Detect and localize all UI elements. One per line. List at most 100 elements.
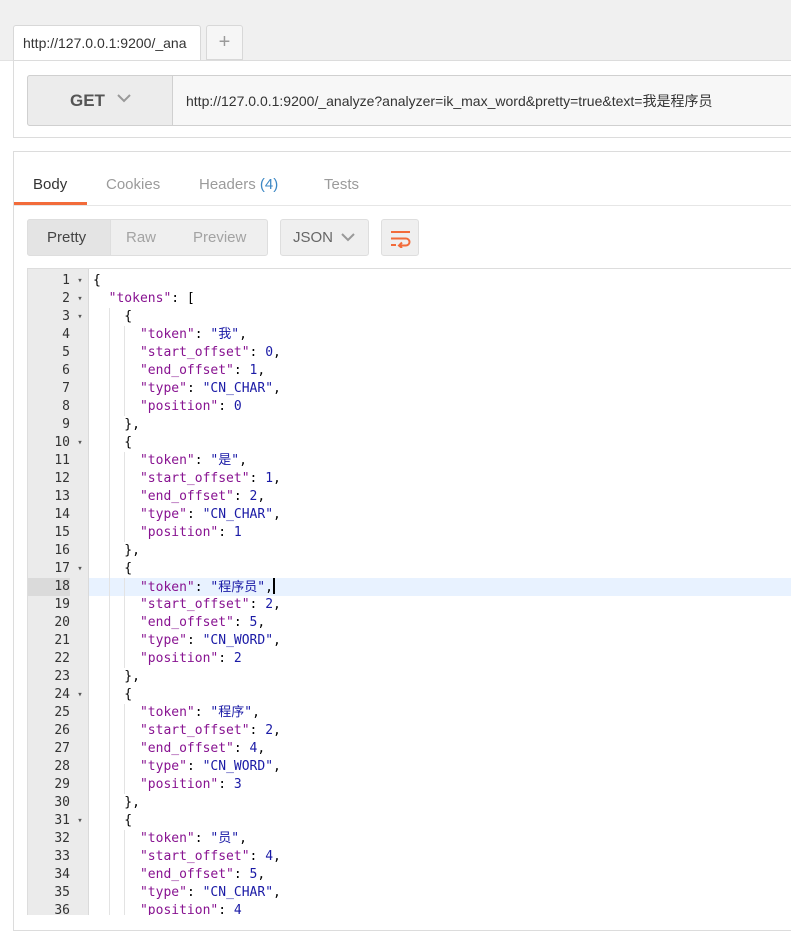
chevron-down-icon — [117, 94, 131, 103]
code-line: 33 "start_offset": 4, — [28, 848, 791, 866]
line-number: 6 — [62, 363, 70, 378]
method-dropdown[interactable]: GET — [27, 75, 173, 126]
code-line: 13 "end_offset": 2, — [28, 488, 791, 506]
new-tab-button[interactable]: + — [206, 25, 243, 60]
line-number: 15 — [54, 525, 70, 540]
code-line: 34 "end_offset": 5, — [28, 866, 791, 884]
code-line: 36 "position": 4 — [28, 902, 791, 915]
method-label: GET — [70, 91, 105, 110]
line-number: 18 — [28, 578, 70, 596]
request-tab[interactable]: http://127.0.0.1:9200/_ana — [13, 25, 201, 60]
view-mode-pretty[interactable]: Pretty — [47, 229, 86, 246]
code-line: 23 }, — [28, 668, 791, 686]
line-number: 7 — [62, 381, 70, 396]
fold-toggle-icon[interactable]: ▾ — [74, 290, 86, 308]
line-number: 31 — [54, 813, 70, 828]
code-line: 29 "position": 3 — [28, 776, 791, 794]
code-text: "start_offset": 2, — [139, 597, 281, 612]
code-line: 3 ▾ { — [28, 308, 791, 326]
chevron-down-icon — [341, 233, 355, 242]
code-text: "type": "CN_CHAR", — [139, 381, 281, 396]
line-number: 29 — [54, 777, 70, 792]
code-text: { — [93, 273, 101, 288]
line-number: 10 — [54, 435, 70, 450]
indent-guide — [124, 578, 126, 668]
line-number: 21 — [54, 633, 70, 648]
code-line: 1 ▾ { — [28, 272, 791, 290]
tab-headers[interactable]: Headers (4) — [199, 176, 278, 193]
code-line: 25 "token": "程序", — [28, 704, 791, 722]
code-line: 14 "type": "CN_CHAR", — [28, 506, 791, 524]
code-text: "type": "CN_CHAR", — [139, 507, 281, 522]
line-number: 17 — [54, 561, 70, 576]
tab-body[interactable]: Body — [33, 176, 67, 193]
line-number: 27 — [54, 741, 70, 756]
response-body-editor[interactable]: 1 ▾{2 ▾ "tokens": [3 ▾ {4 "token": "我", 5 "s… — [27, 268, 791, 915]
indent-guide — [108, 308, 110, 915]
line-number: 2 — [62, 291, 70, 306]
line-number: 3 — [62, 309, 70, 324]
indent-guide — [124, 830, 126, 915]
code-text: "start_offset": 0, — [139, 345, 281, 360]
line-number: 1 — [62, 273, 70, 288]
tab-cookies[interactable]: Cookies — [106, 176, 160, 193]
code-line: 19 "start_offset": 2, — [28, 596, 791, 614]
code-line: 32 "token": "员", — [28, 830, 791, 848]
code-text: "tokens": [ — [108, 291, 195, 306]
code-line: 17 ▾ { — [28, 560, 791, 578]
code-text: "token": "是", — [139, 453, 247, 468]
line-number: 25 — [54, 705, 70, 720]
line-number: 30 — [54, 795, 70, 810]
line-number: 19 — [54, 597, 70, 612]
code-line: 12 "start_offset": 1, — [28, 470, 791, 488]
tab-headers-label: Headers — [199, 176, 256, 193]
code-text: "position": 1 — [139, 525, 242, 540]
code-line: 35 "type": "CN_CHAR", — [28, 884, 791, 902]
headers-count-badge: (4) — [259, 176, 279, 193]
fold-toggle-icon[interactable]: ▾ — [74, 308, 86, 326]
fold-toggle-icon[interactable]: ▾ — [74, 686, 86, 704]
line-number: 35 — [54, 885, 70, 900]
code-text: "token": "程序员", — [89, 578, 791, 596]
view-mode-raw[interactable]: Raw — [126, 229, 156, 246]
line-number: 13 — [54, 489, 70, 504]
active-tab-indicator — [14, 202, 87, 205]
code-text: "position": 0 — [139, 399, 242, 414]
url-input[interactable]: http://127.0.0.1:9200/_analyze?analyzer=… — [186, 91, 712, 111]
line-number: 20 — [54, 615, 70, 630]
line-number: 9 — [62, 417, 70, 432]
line-number: 36 — [54, 903, 70, 915]
language-label: JSON — [293, 229, 334, 246]
code-text: "type": "CN_WORD", — [139, 759, 281, 774]
code-line: 8 "position": 0 — [28, 398, 791, 416]
tab-tests[interactable]: Tests — [324, 176, 359, 193]
code-line: 15 "position": 1 — [28, 524, 791, 542]
code-text: "token": "程序", — [139, 705, 260, 720]
view-mode-preview[interactable]: Preview — [193, 229, 246, 246]
language-select[interactable]: JSON — [280, 219, 369, 256]
code-text: "start_offset": 4, — [139, 849, 281, 864]
fold-toggle-icon[interactable]: ▾ — [74, 434, 86, 452]
code-text: { — [93, 309, 133, 324]
fold-toggle-icon[interactable]: ▾ — [74, 812, 86, 830]
code-line: 30 }, — [28, 794, 791, 812]
code-text: "position": 4 — [139, 903, 242, 915]
line-number: 24 — [54, 687, 70, 702]
code-line: 27 "end_offset": 4, — [28, 740, 791, 758]
code-line: 26 "start_offset": 2, — [28, 722, 791, 740]
code-line: 16 }, — [28, 542, 791, 560]
line-number: 28 — [54, 759, 70, 774]
code-line: 6 "end_offset": 1, — [28, 362, 791, 380]
code-text: { — [93, 687, 133, 702]
indent-guide — [124, 452, 126, 542]
code-text: "start_offset": 2, — [139, 723, 281, 738]
code-text: { — [93, 435, 133, 450]
fold-toggle-icon[interactable]: ▾ — [74, 560, 86, 578]
code-line: 28 "type": "CN_WORD", — [28, 758, 791, 776]
wrap-lines-icon — [391, 231, 411, 248]
code-text: "token": "我", — [139, 327, 247, 342]
code-line: 31 ▾ { — [28, 812, 791, 830]
fold-toggle-icon[interactable]: ▾ — [74, 272, 86, 290]
code-line: 20 "end_offset": 5, — [28, 614, 791, 632]
wrap-lines-button[interactable] — [381, 219, 419, 256]
